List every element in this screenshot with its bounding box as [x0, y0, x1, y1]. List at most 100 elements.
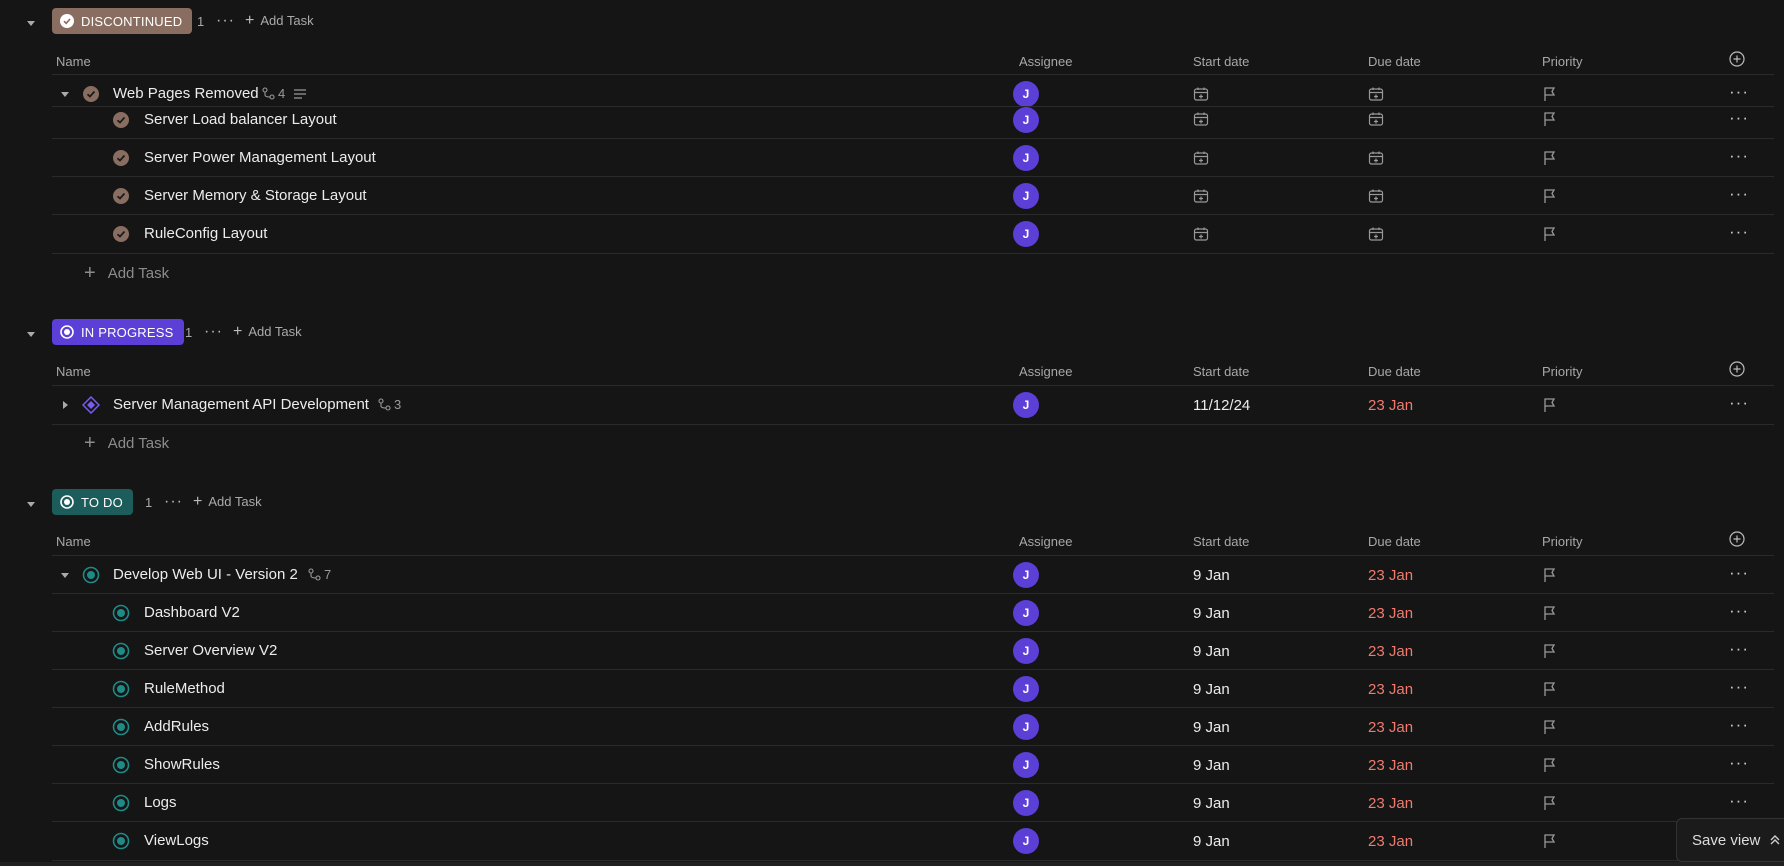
save-view-button[interactable]: Save view [1676, 818, 1784, 862]
due-date[interactable]: 23 Jan [1368, 605, 1413, 622]
todo-status-icon[interactable] [112, 794, 130, 812]
avatar[interactable]: J [1013, 714, 1039, 740]
avatar[interactable]: J [1013, 828, 1039, 854]
group-more-icon[interactable]: ··· [164, 493, 183, 511]
calendar-add-icon[interactable] [1193, 226, 1209, 242]
collapse-caret-icon[interactable] [24, 327, 38, 341]
calendar-add-icon[interactable] [1193, 150, 1209, 166]
task-row[interactable]: Server Management API Development 3 J 11… [52, 385, 1774, 425]
discontinued-status-icon[interactable] [112, 149, 130, 167]
calendar-add-icon[interactable] [1368, 150, 1384, 166]
group-add-task-button[interactable]: + Add Task [233, 324, 302, 340]
start-date[interactable]: 9 Jan [1193, 795, 1230, 812]
task-name[interactable]: Develop Web UI - Version 2 [113, 566, 298, 583]
task-name[interactable]: Web Pages Removed [113, 85, 259, 102]
start-date[interactable]: 9 Jan [1193, 567, 1230, 584]
row-more-icon[interactable]: ··· [1729, 601, 1749, 621]
todo-status-icon[interactable] [112, 718, 130, 736]
calendar-add-icon[interactable] [1193, 188, 1209, 204]
avatar[interactable]: J [1013, 145, 1039, 171]
calendar-add-icon[interactable] [1193, 111, 1209, 127]
start-date[interactable]: 9 Jan [1193, 757, 1230, 774]
subtask-row[interactable]: Server Power Management Layout J ··· [52, 138, 1774, 177]
subtask-count[interactable]: 7 [308, 567, 331, 582]
column-due-date[interactable]: Due date [1368, 534, 1421, 549]
priority-flag-icon[interactable] [1542, 397, 1558, 413]
priority-flag-icon[interactable] [1542, 226, 1558, 242]
due-date[interactable]: 23 Jan [1368, 643, 1413, 660]
subtask-row[interactable]: Server Load balancer Layout J ··· [52, 106, 1774, 139]
priority-flag-icon[interactable] [1542, 795, 1558, 811]
column-assignee[interactable]: Assignee [1019, 534, 1072, 549]
column-assignee[interactable]: Assignee [1019, 54, 1072, 69]
column-name[interactable]: Name [56, 54, 91, 69]
calendar-add-icon[interactable] [1368, 188, 1384, 204]
task-name[interactable]: RuleConfig Layout [144, 225, 267, 242]
avatar[interactable]: J [1013, 752, 1039, 778]
column-name[interactable]: Name [56, 364, 91, 379]
due-date[interactable]: 23 Jan [1368, 833, 1413, 850]
todo-status-icon[interactable] [112, 832, 130, 850]
calendar-add-icon[interactable] [1368, 226, 1384, 242]
milestone-diamond-icon[interactable] [82, 396, 100, 414]
subtask-row[interactable]: Server Overview V2 J 9 Jan 23 Jan ··· [52, 631, 1774, 670]
group-add-task-button[interactable]: + Add Task [193, 494, 262, 510]
subtask-row[interactable]: RuleMethod J 9 Jan 23 Jan ··· [52, 669, 1774, 708]
due-date[interactable]: 23 Jan [1368, 757, 1413, 774]
priority-flag-icon[interactable] [1542, 86, 1558, 102]
add-task-row[interactable]: + Add Task [52, 425, 169, 461]
todo-status-icon[interactable] [112, 604, 130, 622]
column-name[interactable]: Name [56, 534, 91, 549]
calendar-add-icon[interactable] [1193, 86, 1209, 102]
row-more-icon[interactable]: ··· [1729, 222, 1749, 242]
todo-status-icon[interactable] [112, 680, 130, 698]
row-more-icon[interactable]: ··· [1729, 146, 1749, 166]
collapse-caret-icon[interactable] [24, 16, 38, 30]
due-date[interactable]: 23 Jan [1368, 567, 1413, 584]
subtask-count[interactable]: 4 [262, 86, 285, 101]
task-name[interactable]: Server Management API Development [113, 396, 369, 413]
discontinued-status-icon[interactable] [112, 225, 130, 243]
add-column-icon[interactable] [1729, 531, 1745, 547]
row-more-icon[interactable]: ··· [1729, 393, 1749, 413]
task-name[interactable]: RuleMethod [144, 680, 225, 697]
status-badge[interactable]: IN PROGRESS [52, 319, 184, 345]
avatar[interactable]: J [1013, 107, 1039, 133]
task-name[interactable]: AddRules [144, 718, 209, 735]
task-name[interactable]: ViewLogs [144, 832, 209, 849]
avatar[interactable]: J [1013, 81, 1039, 107]
collapse-caret-icon[interactable] [24, 497, 38, 511]
row-more-icon[interactable]: ··· [1729, 563, 1749, 583]
start-date[interactable]: 9 Jan [1193, 643, 1230, 660]
subtask-row[interactable]: ShowRules J 9 Jan 23 Jan ··· [52, 745, 1774, 784]
priority-flag-icon[interactable] [1542, 681, 1558, 697]
row-more-icon[interactable]: ··· [1729, 108, 1749, 128]
calendar-add-icon[interactable] [1368, 86, 1384, 102]
subtask-row[interactable]: AddRules J 9 Jan 23 Jan ··· [52, 707, 1774, 746]
priority-flag-icon[interactable] [1542, 188, 1558, 204]
collapse-caret-icon[interactable] [60, 89, 70, 99]
row-more-icon[interactable]: ··· [1729, 639, 1749, 659]
discontinued-status-icon[interactable] [112, 187, 130, 205]
start-date[interactable]: 9 Jan [1193, 719, 1230, 736]
subtask-row[interactable]: Server Memory & Storage Layout J ··· [52, 176, 1774, 215]
priority-flag-icon[interactable] [1542, 111, 1558, 127]
todo-status-icon[interactable] [112, 756, 130, 774]
subtask-row[interactable]: ViewLogs J 9 Jan 23 Jan [52, 821, 1774, 861]
priority-flag-icon[interactable] [1542, 150, 1558, 166]
task-name[interactable]: Server Power Management Layout [144, 149, 376, 166]
task-name[interactable]: Dashboard V2 [144, 604, 240, 621]
group-more-icon[interactable]: ··· [204, 323, 223, 341]
status-badge[interactable]: TO DO [52, 489, 133, 515]
column-priority[interactable]: Priority [1542, 364, 1582, 379]
task-name[interactable]: Server Load balancer Layout [144, 111, 337, 128]
avatar[interactable]: J [1013, 392, 1039, 418]
status-badge[interactable]: DISCONTINUED [52, 8, 193, 34]
group-add-task-button[interactable]: + Add Task [245, 13, 314, 29]
expand-caret-icon[interactable] [60, 400, 70, 410]
todo-status-icon[interactable] [82, 566, 100, 584]
subtask-row[interactable]: Dashboard V2 J 9 Jan 23 Jan ··· [52, 593, 1774, 632]
row-more-icon[interactable]: ··· [1729, 677, 1749, 697]
add-column-icon[interactable] [1729, 361, 1745, 377]
avatar[interactable]: J [1013, 183, 1039, 209]
